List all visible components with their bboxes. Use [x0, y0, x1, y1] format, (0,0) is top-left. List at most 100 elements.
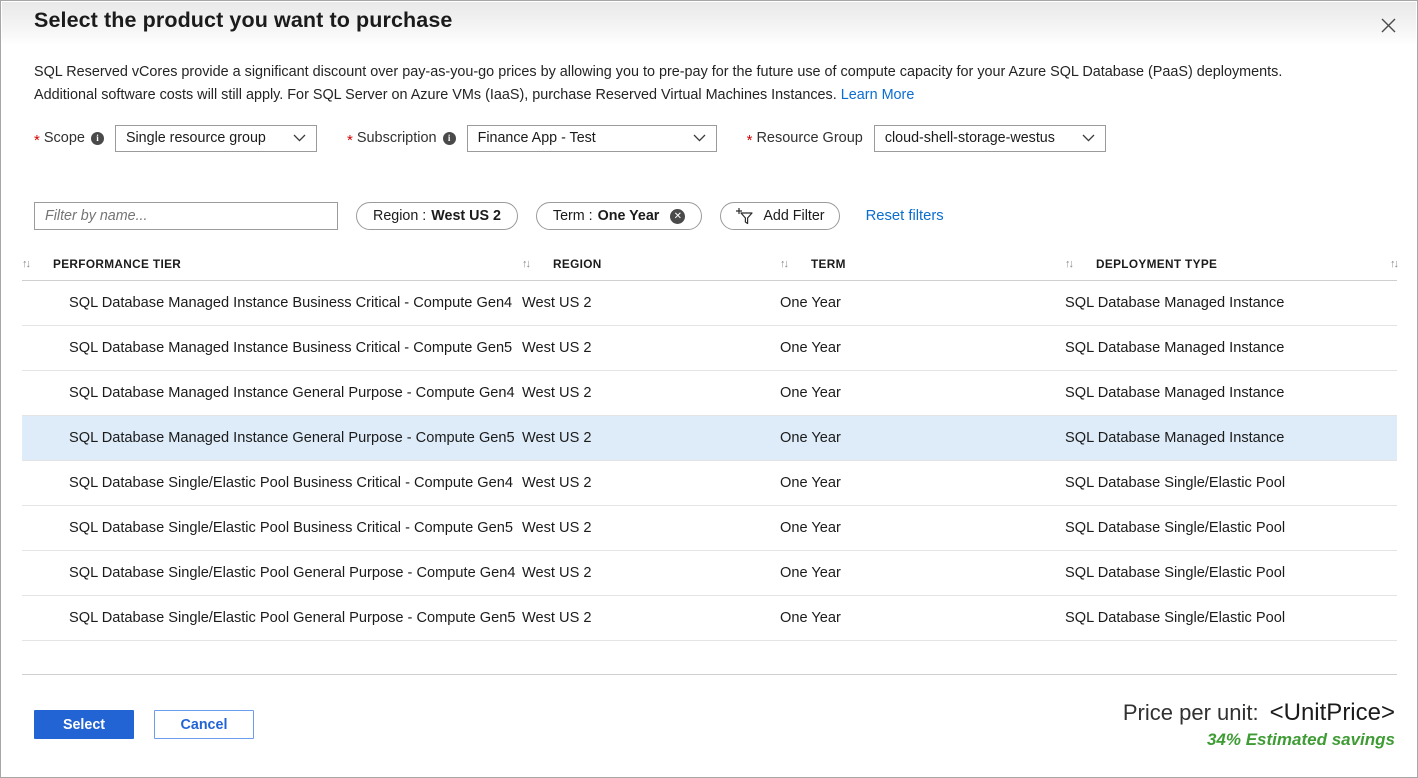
page-title: Select the product you want to purchase [34, 8, 452, 33]
dialog-description: SQL Reserved vCores provide a significan… [34, 61, 1334, 107]
term-pill-value: One Year [598, 208, 660, 224]
row-cell-performance-tier: SQL Database Single/Elastic Pool General… [22, 610, 522, 626]
scope-label-text: Scope [44, 130, 85, 146]
reset-filters-link[interactable]: Reset filters [866, 208, 944, 224]
row-cell-performance-tier: SQL Database Managed Instance Business C… [22, 340, 522, 356]
dialog-footer-actions: Select Cancel [34, 710, 254, 739]
sort-icon[interactable]: ↑↓ [522, 258, 529, 270]
row-cell-term: One Year [780, 610, 1065, 626]
table-row[interactable]: SQL Database Managed Instance Business C… [22, 326, 1397, 371]
row-cell-deployment-type: SQL Database Single/Elastic Pool [1065, 565, 1397, 581]
column-header-region[interactable]: ↑↓ REGION [522, 257, 780, 271]
row-cell-region: West US 2 [522, 610, 780, 626]
row-cell-region: West US 2 [522, 520, 780, 536]
chevron-down-icon [1064, 134, 1095, 142]
sort-icon[interactable]: ↑↓ [1390, 258, 1397, 270]
price-per-unit-line: Price per unit: <UnitPrice> [1123, 699, 1395, 727]
table-row[interactable]: SQL Database Single/Elastic Pool Busines… [22, 461, 1397, 506]
filter-bar: Region : West US 2 Term : One Year ✕ Add… [34, 202, 944, 230]
resource-group-select[interactable]: cloud-shell-storage-westus [874, 125, 1106, 152]
table-row[interactable]: SQL Database Single/Elastic Pool General… [22, 596, 1397, 641]
row-cell-region: West US 2 [522, 295, 780, 311]
table-row[interactable]: SQL Database Single/Elastic Pool General… [22, 551, 1397, 596]
table-row[interactable]: SQL Database Single/Elastic Pool Busines… [22, 506, 1397, 551]
price-summary: Price per unit: <UnitPrice> 34% Estimate… [1123, 699, 1395, 750]
resource-group-label-text: Resource Group [756, 130, 862, 146]
row-cell-term: One Year [780, 295, 1065, 311]
region-pill-value: West US 2 [431, 208, 501, 224]
column-header-label: DEPLOYMENT TYPE [1096, 257, 1217, 271]
table-body: SQL Database Managed Instance Business C… [22, 281, 1397, 641]
subscription-label: * Subscription i [347, 130, 456, 146]
column-header-deployment-type[interactable]: ↑↓ DEPLOYMENT TYPE ↑↓ [1065, 257, 1397, 271]
subscription-required-marker: * [347, 133, 353, 148]
column-header-label: TERM [811, 257, 846, 271]
row-cell-deployment-type: SQL Database Managed Instance [1065, 385, 1397, 401]
row-cell-term: One Year [780, 520, 1065, 536]
table-row[interactable]: SQL Database Managed Instance General Pu… [22, 371, 1397, 416]
scope-form-row: * Scope i Single resource group * Subscr… [34, 125, 1106, 151]
row-cell-performance-tier: SQL Database Managed Instance General Pu… [22, 430, 522, 446]
row-cell-region: West US 2 [522, 430, 780, 446]
row-cell-term: One Year [780, 475, 1065, 491]
row-cell-term: One Year [780, 385, 1065, 401]
subscription-select-value: Finance App - Test [478, 130, 596, 146]
add-filter-icon [733, 207, 755, 225]
row-cell-deployment-type: SQL Database Single/Elastic Pool [1065, 610, 1397, 626]
column-header-performance-tier[interactable]: ↑↓ PERFORMANCE TIER [22, 257, 522, 271]
resource-group-select-value: cloud-shell-storage-westus [885, 130, 1055, 146]
sort-icon[interactable]: ↑↓ [780, 258, 787, 270]
row-cell-performance-tier: SQL Database Single/Elastic Pool Busines… [22, 475, 522, 491]
products-table: ↑↓ PERFORMANCE TIER ↑↓ REGION ↑↓ TERM ↑↓… [22, 251, 1397, 641]
purchase-product-dialog: Select the product you want to purchase … [0, 0, 1418, 778]
row-cell-deployment-type: SQL Database Managed Instance [1065, 340, 1397, 356]
chevron-down-icon [675, 134, 706, 142]
chevron-down-icon [275, 134, 306, 142]
estimated-savings-text: 34% Estimated savings [1123, 730, 1395, 750]
region-pill-key: Region : [373, 208, 426, 224]
row-cell-term: One Year [780, 430, 1065, 446]
sort-icon[interactable]: ↑↓ [1065, 258, 1072, 270]
column-header-term[interactable]: ↑↓ TERM [780, 257, 1065, 271]
scope-select[interactable]: Single resource group [115, 125, 317, 152]
table-bottom-divider [22, 674, 1397, 675]
term-pill-key: Term : [553, 208, 593, 224]
row-cell-performance-tier: SQL Database Single/Elastic Pool Busines… [22, 520, 522, 536]
subscription-label-text: Subscription [357, 130, 437, 146]
resource-group-required-marker: * [747, 133, 753, 148]
info-icon[interactable]: i [91, 132, 104, 145]
row-cell-region: West US 2 [522, 340, 780, 356]
price-per-unit-value: <UnitPrice> [1270, 699, 1395, 727]
table-header-row: ↑↓ PERFORMANCE TIER ↑↓ REGION ↑↓ TERM ↑↓… [22, 251, 1397, 281]
resource-group-label: * Resource Group [747, 130, 863, 146]
row-cell-term: One Year [780, 340, 1065, 356]
filter-pill-region[interactable]: Region : West US 2 [356, 202, 518, 230]
sort-icon[interactable]: ↑↓ [22, 258, 29, 270]
cancel-button[interactable]: Cancel [154, 710, 254, 739]
table-row[interactable]: SQL Database Managed Instance Business C… [22, 281, 1397, 326]
info-icon[interactable]: i [443, 132, 456, 145]
row-cell-performance-tier: SQL Database Managed Instance Business C… [22, 295, 522, 311]
column-header-label: REGION [553, 257, 602, 271]
select-button[interactable]: Select [34, 710, 134, 739]
close-icon[interactable] [1373, 10, 1403, 40]
row-cell-deployment-type: SQL Database Managed Instance [1065, 430, 1397, 446]
row-cell-region: West US 2 [522, 385, 780, 401]
description-text: SQL Reserved vCores provide a significan… [34, 64, 1282, 103]
scope-label: * Scope i [34, 130, 104, 146]
table-row[interactable]: SQL Database Managed Instance General Pu… [22, 416, 1397, 461]
row-cell-region: West US 2 [522, 565, 780, 581]
row-cell-deployment-type: SQL Database Managed Instance [1065, 295, 1397, 311]
subscription-select[interactable]: Finance App - Test [467, 125, 717, 152]
column-header-label: PERFORMANCE TIER [53, 257, 181, 271]
price-per-unit-label: Price per unit: [1123, 700, 1259, 726]
clear-filter-icon[interactable]: ✕ [670, 209, 685, 224]
row-cell-region: West US 2 [522, 475, 780, 491]
add-filter-button[interactable]: Add Filter [720, 202, 839, 230]
row-cell-term: One Year [780, 565, 1065, 581]
row-cell-deployment-type: SQL Database Single/Elastic Pool [1065, 475, 1397, 491]
row-cell-performance-tier: SQL Database Managed Instance General Pu… [22, 385, 522, 401]
learn-more-link[interactable]: Learn More [841, 87, 915, 103]
filter-pill-term[interactable]: Term : One Year ✕ [536, 202, 702, 230]
search-input[interactable] [34, 202, 338, 230]
